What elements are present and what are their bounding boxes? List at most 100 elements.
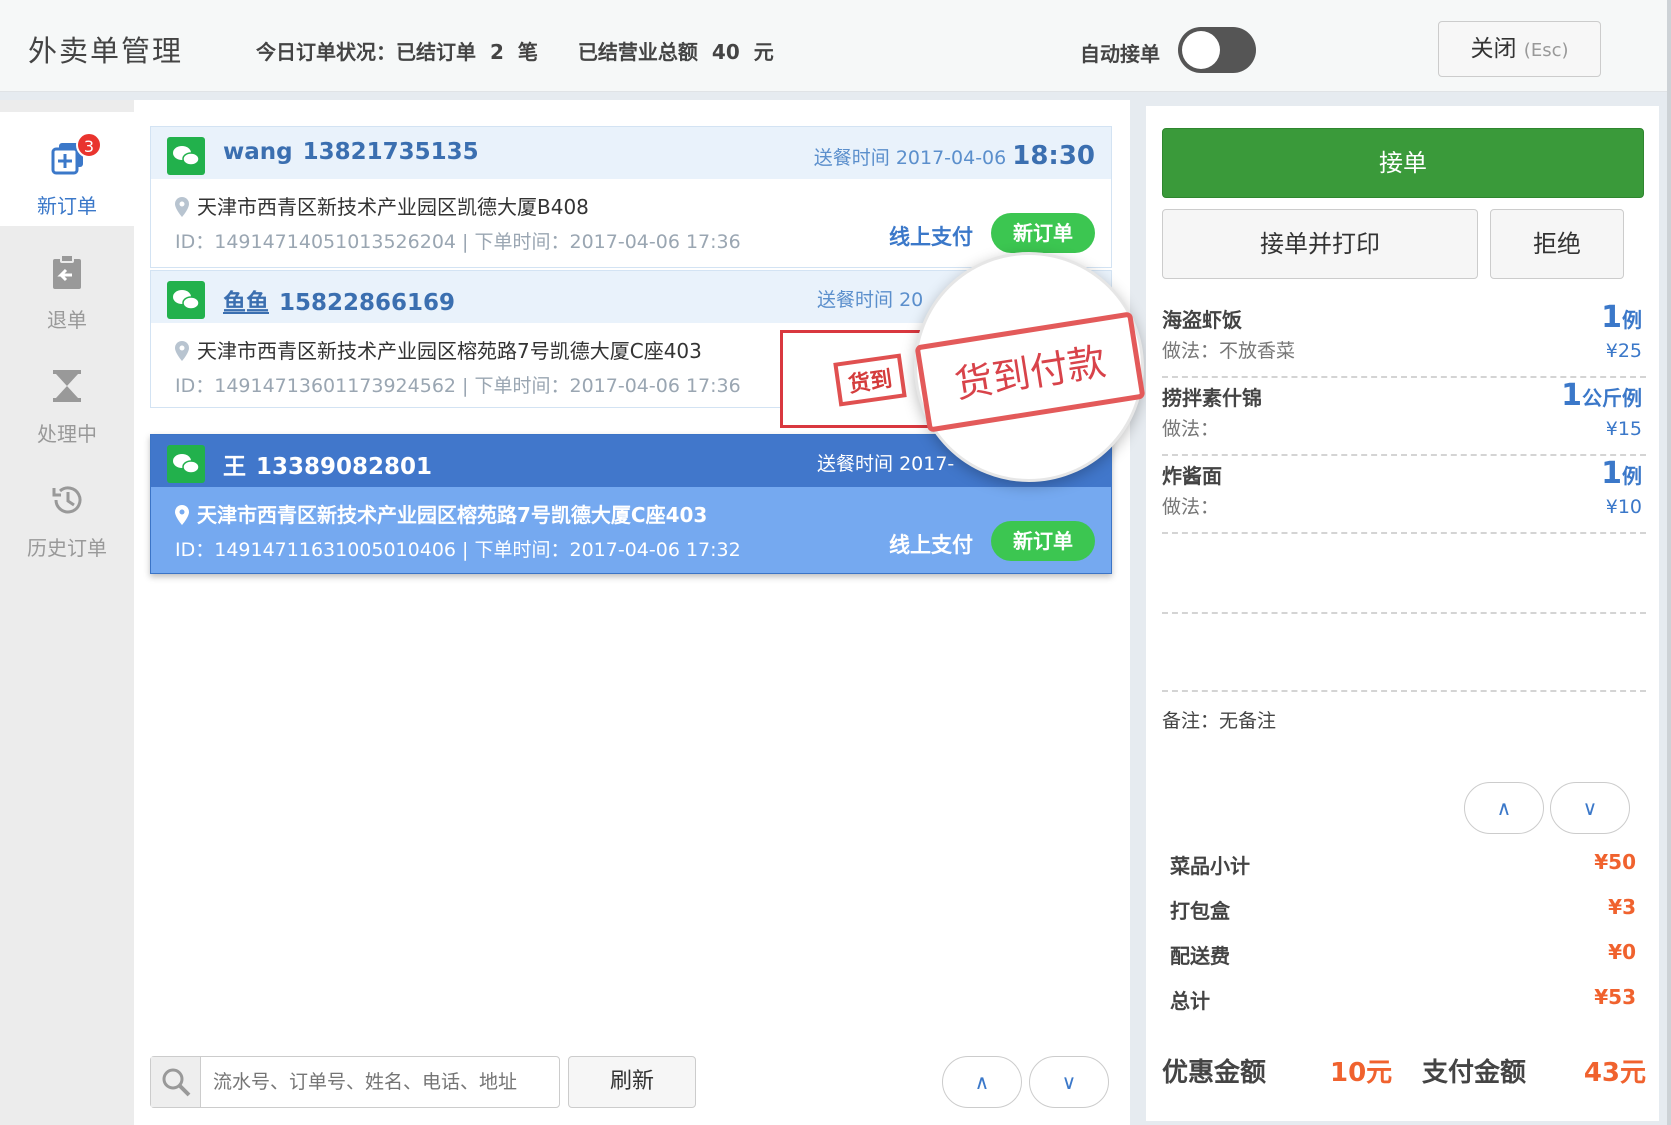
- order-address: 天津市西青区新技术产业园区榕苑路7号凯德大厦C座403: [175, 335, 702, 364]
- summary-row: 配送费 ¥0: [1170, 940, 1644, 970]
- summary-label: 配送费: [1170, 944, 1230, 968]
- summary-label: 打包盒: [1170, 899, 1230, 923]
- dish-name: 炸酱面: [1162, 464, 1222, 488]
- detail-scroll-up-button[interactable]: ∧: [1464, 782, 1544, 834]
- dish-qty-unit: 例: [1622, 308, 1642, 332]
- dish-qty-number: 1: [1601, 300, 1622, 335]
- dish-quantity: 1例: [1601, 300, 1642, 335]
- summary-row: 总计 ¥53: [1170, 985, 1644, 1015]
- customer-name: 王: [223, 454, 246, 480]
- delivery-clock: 18:30: [1012, 141, 1095, 171]
- sidebar-item-label: 历史订单: [27, 536, 107, 560]
- delivery-label: 送餐时间: [817, 453, 894, 475]
- reject-button[interactable]: 拒绝: [1490, 209, 1624, 279]
- dish-note: 做法：: [1162, 496, 1220, 518]
- summary-value: ¥53: [1594, 985, 1636, 1009]
- list-page-up-button[interactable]: ∧: [942, 1056, 1022, 1108]
- customer-name: wang: [223, 139, 293, 165]
- location-pin-icon: [175, 197, 189, 217]
- address-text: 天津市西青区新技术产业园区榕苑路7号凯德大厦C座403: [197, 503, 708, 527]
- dish-note: 做法：不放香菜: [1162, 340, 1296, 362]
- app-title: 外卖单管理: [28, 34, 184, 68]
- header-bar: 外卖单管理 今日订单状况：已结订单 2 笔 已结营业总额 40 元 自动接单 关闭 (Es…: [0, 0, 1671, 92]
- summary-value: ¥50: [1594, 850, 1636, 874]
- window-edge: [1667, 0, 1671, 1125]
- delivery-time: 送餐时间 2017-04-06 18:30: [814, 141, 1095, 171]
- return-order-icon: [53, 254, 81, 289]
- status-badge: 新订单: [991, 521, 1095, 561]
- new-order-badge: 3: [76, 132, 102, 158]
- discount-label: 优惠金额: [1162, 1058, 1267, 1088]
- dish-item: 捞拌素什锦 1公斤例 做法： ¥15: [1162, 378, 1646, 456]
- summary-label: 菜品小计: [1170, 854, 1250, 878]
- search-box[interactable]: [150, 1056, 560, 1108]
- stats-prefix: 今日订单状况：已结订单: [256, 40, 476, 64]
- orders-unit: 笔: [517, 40, 538, 64]
- order-meta: ID：14914713601173924562 | 下单时间：2017-04-0…: [175, 375, 741, 397]
- customer-phone: 13389082801: [256, 454, 433, 480]
- delivery-time: 送餐时间 20: [817, 285, 923, 312]
- pay-label: 支付金额: [1422, 1058, 1527, 1088]
- dish-quantity: 1例: [1601, 456, 1642, 491]
- revenue-unit: 元: [753, 40, 774, 64]
- search-input[interactable]: [213, 1067, 543, 1097]
- close-label: 关闭: [1470, 36, 1517, 62]
- refresh-button[interactable]: 刷新: [568, 1056, 696, 1108]
- payment-type: 线上支付: [889, 225, 973, 249]
- location-pin-icon: [175, 341, 189, 361]
- auto-accept-toggle[interactable]: [1178, 27, 1256, 73]
- sidebar-item-label: 退单: [47, 308, 87, 332]
- accept-and-print-button[interactable]: 接单并打印: [1162, 209, 1478, 279]
- status-badge: 新订单: [991, 213, 1095, 253]
- wechat-icon: [167, 445, 205, 483]
- auto-accept-label: 自动接单: [1080, 42, 1160, 66]
- sidebar: 3 新订单 退单 处理中 历史订单: [0, 100, 134, 1125]
- dish-item: 海盗虾饭 1例 做法：不放香菜 ¥25: [1162, 300, 1646, 378]
- customer-name: 鱼鱼: [223, 290, 269, 316]
- close-button[interactable]: 关闭 (Esc): [1438, 21, 1601, 77]
- dish-note: 做法：: [1162, 418, 1220, 440]
- order-detail-panel: 接单 接单并打印 拒绝 海盗虾饭 1例 做法：不放香菜 ¥25 捞拌素什锦 1公…: [1146, 106, 1659, 1121]
- sidebar-item-new-orders[interactable]: 3 新订单: [0, 112, 134, 226]
- sidebar-item-processing[interactable]: 处理中: [0, 340, 134, 454]
- cod-stamp-small: 货到: [833, 353, 907, 407]
- revenue-value: 40: [711, 40, 740, 64]
- summary-value: ¥0: [1608, 940, 1636, 964]
- payment-type: 线上支付: [889, 533, 973, 557]
- dish-price: ¥15: [1605, 418, 1642, 440]
- address-text: 天津市西青区新技术产业园区榕苑路7号凯德大厦C座403: [197, 339, 702, 363]
- sidebar-item-returns[interactable]: 退单: [0, 226, 134, 340]
- wechat-icon: [167, 281, 205, 319]
- delivery-label: 送餐时间: [813, 147, 890, 169]
- order-remark: 备注：无备注: [1162, 710, 1277, 732]
- delivery-date: 2017-: [899, 453, 955, 475]
- order-card-header: wang 13821735135 送餐时间 2017-04-06 18:30: [151, 127, 1111, 179]
- sidebar-item-label: 处理中: [37, 422, 97, 446]
- order-meta: ID：14914714051013526204 | 下单时间：2017-04-0…: [175, 231, 741, 253]
- accept-button[interactable]: 接单: [1162, 128, 1644, 198]
- summary-row: 菜品小计 ¥50: [1170, 850, 1644, 880]
- order-address: 天津市西青区新技术产业园区凯德大厦B408: [175, 191, 589, 220]
- dish-qty-number: 1: [1561, 378, 1582, 413]
- dish-qty-unit: 公斤例: [1582, 386, 1642, 410]
- dish-qty-unit: 例: [1622, 464, 1642, 488]
- pay-value: 43元: [1583, 1058, 1646, 1088]
- wechat-icon: [167, 137, 205, 175]
- delivery-date: 2017-04-06: [895, 147, 1007, 169]
- sidebar-item-history[interactable]: 历史订单: [0, 454, 134, 568]
- detail-scroll-down-button[interactable]: ∨: [1550, 782, 1630, 834]
- search-icon: [151, 1057, 201, 1107]
- summary-value: ¥3: [1608, 895, 1636, 919]
- dish-price: ¥25: [1605, 340, 1642, 362]
- order-card[interactable]: wang 13821735135 送餐时间 2017-04-06 18:30 天津市…: [150, 126, 1112, 268]
- dish-quantity: 1公斤例: [1561, 378, 1642, 413]
- customer-phone: 13821735135: [302, 139, 479, 165]
- location-pin-icon: [175, 505, 189, 525]
- list-page-down-button[interactable]: ∨: [1029, 1056, 1109, 1108]
- delivery-label: 送餐时间: [817, 289, 894, 311]
- divider: [1162, 690, 1646, 692]
- discount-value: 10元: [1330, 1058, 1393, 1088]
- sidebar-item-label: 新订单: [37, 194, 97, 218]
- order-address: 天津市西青区新技术产业园区榕苑路7号凯德大厦C座403: [175, 499, 707, 528]
- customer-phone: 15822866169: [279, 290, 456, 316]
